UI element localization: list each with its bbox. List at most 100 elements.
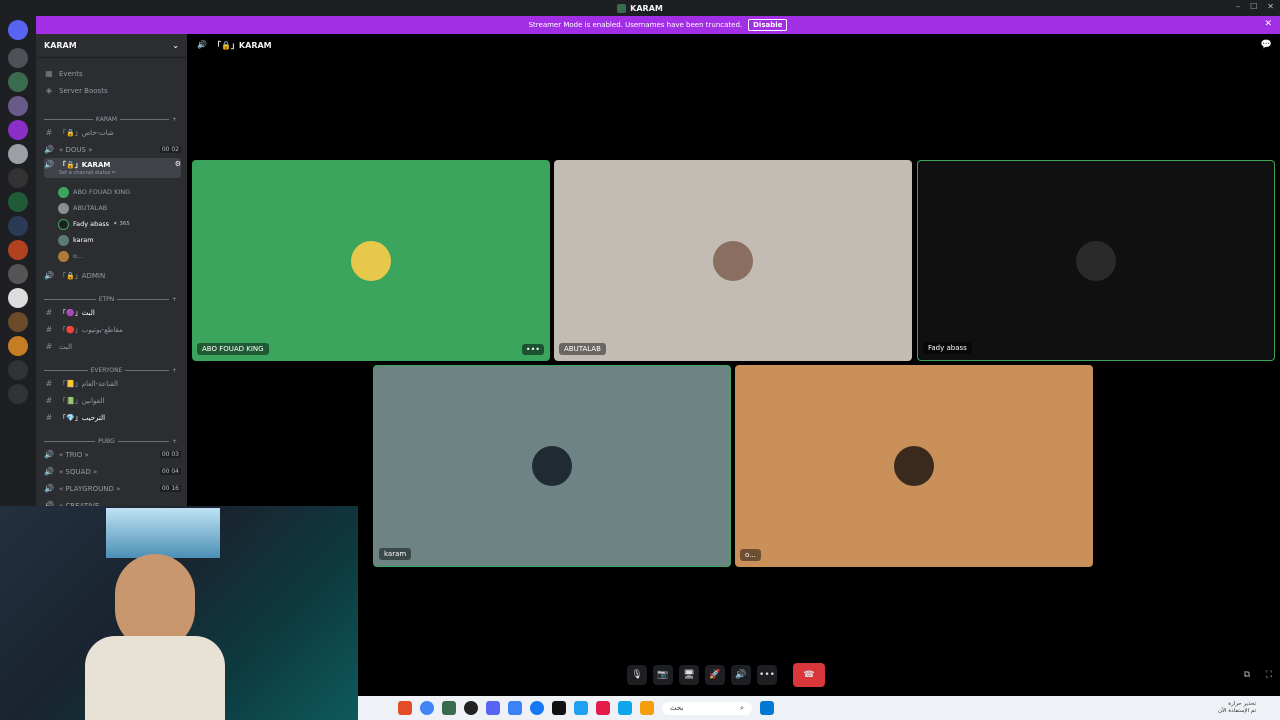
voice-user[interactable]: Fady abass ✦ 365	[58, 217, 181, 231]
add-channel-icon[interactable]: +	[172, 116, 177, 123]
voice-channel[interactable]: 🔊 « PLAYGROUND » 00 16	[44, 481, 181, 496]
server-icon[interactable]	[8, 168, 28, 188]
server-icon[interactable]	[8, 288, 28, 308]
server-icon[interactable]	[8, 120, 28, 140]
title-bar: KARAM – ☐ ✕	[0, 0, 1280, 16]
server-icon[interactable]	[8, 240, 28, 260]
channel-item[interactable]: # 「🔴」مقاطع-يوتيوب	[44, 322, 181, 337]
activity-button[interactable]: 🚀	[705, 665, 725, 685]
disconnect-button[interactable]: ☎	[793, 663, 825, 687]
app-icon[interactable]	[574, 701, 588, 715]
server-icon[interactable]	[8, 216, 28, 236]
taskbar-search[interactable]: بحث ⌕	[662, 701, 752, 715]
app-icon[interactable]	[508, 701, 522, 715]
folder-icon[interactable]	[640, 701, 654, 715]
chevron-down-icon: ⌄	[172, 41, 179, 50]
streamer-shirt	[85, 636, 225, 720]
category-pubg[interactable]: PUBG +	[44, 436, 177, 446]
server-icon[interactable]	[8, 48, 28, 68]
tiktok-icon[interactable]	[552, 701, 566, 715]
sidebar-item-events[interactable]: ▦ Events	[44, 66, 181, 81]
channel-item[interactable]: # 「💎」الترحيب	[44, 410, 181, 425]
streamer-mode-banner: Streamer Mode is enabled. Usernames have…	[36, 16, 1280, 34]
microphone-button[interactable]: 🎙	[627, 665, 647, 685]
app-icon[interactable]	[618, 701, 632, 715]
popout-icon[interactable]: ⧉	[1244, 670, 1250, 680]
channel-item[interactable]: # 「📒」القناعة-العام	[44, 376, 181, 391]
server-icon[interactable]	[8, 72, 28, 92]
sidebar-item-boosts[interactable]: ◈ Server Boosts	[44, 83, 181, 98]
app-icon[interactable]	[442, 701, 456, 715]
voice-user[interactable]: karam	[58, 233, 181, 247]
category-everyone[interactable]: EVERYONE +	[44, 365, 177, 375]
soundboard-button[interactable]: 🔊	[731, 665, 751, 685]
disable-button[interactable]: Disable	[748, 19, 788, 31]
server-icon[interactable]	[8, 192, 28, 212]
voice-channel[interactable]: 🔊 « SQUAD » 00 04	[44, 464, 181, 479]
start-icon[interactable]	[760, 701, 774, 715]
channel-settings-icon[interactable]: ⚙	[175, 160, 181, 168]
add-channel-icon[interactable]: +	[172, 296, 177, 303]
search-icon: ⌕	[740, 703, 744, 712]
app-icon[interactable]	[596, 701, 610, 715]
close-window-button[interactable]: ✕	[1267, 2, 1274, 11]
chrome-icon[interactable]	[420, 701, 434, 715]
server-icon[interactable]	[8, 96, 28, 116]
discord-icon[interactable]	[486, 701, 500, 715]
voice-user[interactable]: ABUTALAB	[58, 201, 181, 215]
chat-icon[interactable]: 💬	[1261, 40, 1272, 50]
add-channel-icon[interactable]: +	[172, 438, 177, 445]
avatar	[713, 240, 753, 281]
more-icon[interactable]: •••	[521, 344, 544, 355]
voice-user[interactable]: ABO FOUAD KING	[58, 185, 181, 199]
category-etpn[interactable]: ETPN +	[44, 294, 177, 304]
facebook-icon[interactable]	[530, 701, 544, 715]
hashtag-icon: #	[45, 308, 53, 317]
explore-icon[interactable]	[8, 384, 28, 404]
speaker-icon: 🔊	[44, 145, 54, 154]
add-channel-icon[interactable]: +	[172, 367, 177, 374]
server-icon[interactable]	[8, 312, 28, 332]
hashtag-icon: #	[45, 396, 53, 405]
server-icon[interactable]	[8, 336, 28, 356]
tray-notification[interactable]: تحذير حرارة تم الإستفادة الآن	[1218, 701, 1256, 715]
more-options-button[interactable]: •••	[757, 665, 777, 685]
category-karam[interactable]: KARAM +	[44, 114, 177, 124]
home-icon[interactable]	[8, 20, 28, 40]
participant-name: o...	[740, 549, 761, 561]
channel-item[interactable]: # 「📗」القوانين	[44, 393, 181, 408]
voice-user[interactable]: o...	[58, 249, 181, 263]
video-tile[interactable]: ABUTALAB	[554, 160, 912, 361]
channel-item[interactable]: # 「🔒」شات-خاص	[44, 125, 181, 140]
server-icon[interactable]	[8, 144, 28, 164]
camera-button[interactable]: 📷	[653, 665, 673, 685]
app-icon[interactable]	[398, 701, 412, 715]
speaker-icon: 🔊	[197, 40, 207, 49]
minimize-button[interactable]: –	[1236, 2, 1240, 11]
channel-item[interactable]: # 「🟣」البث	[44, 305, 181, 320]
participant-name: Fady abass	[923, 342, 972, 354]
voice-channel-active[interactable]: 🔊 「🔒」KARAM Set a channel status ✏ ⚙	[44, 158, 181, 178]
video-tile[interactable]: Fady abass	[917, 160, 1275, 361]
video-tile[interactable]: ABO FOUAD KING •••	[192, 160, 550, 361]
add-server-icon[interactable]	[8, 360, 28, 380]
channel-header: 🔊 「🔒」KARAM	[197, 40, 272, 50]
voice-channel[interactable]: 🔊 « TRIO » 00 03	[44, 447, 181, 462]
server-icon[interactable]	[8, 264, 28, 284]
screen-share-button[interactable]: 🖥	[679, 665, 699, 685]
avatar	[58, 234, 69, 246]
app-icon[interactable]	[464, 701, 478, 715]
hashtag-icon: #	[45, 379, 53, 388]
speaker-icon: 🔊	[44, 467, 54, 476]
fullscreen-icon[interactable]: ⛶	[1266, 670, 1272, 680]
banner-close-icon[interactable]: ✕	[1264, 19, 1272, 29]
video-tile[interactable]: o...	[735, 365, 1093, 567]
avatar	[532, 446, 572, 486]
voice-channel[interactable]: 🔊 « DOUS » 00 02	[44, 142, 181, 157]
video-tile[interactable]: karam	[373, 365, 731, 567]
voice-channel[interactable]: 🔊 「🔒」ADMIN	[44, 268, 181, 283]
channel-item[interactable]: # البث	[44, 339, 181, 354]
server-header[interactable]: KARAM ⌄	[36, 34, 187, 58]
maximize-button[interactable]: ☐	[1250, 2, 1257, 11]
window-title: KARAM	[617, 3, 663, 13]
